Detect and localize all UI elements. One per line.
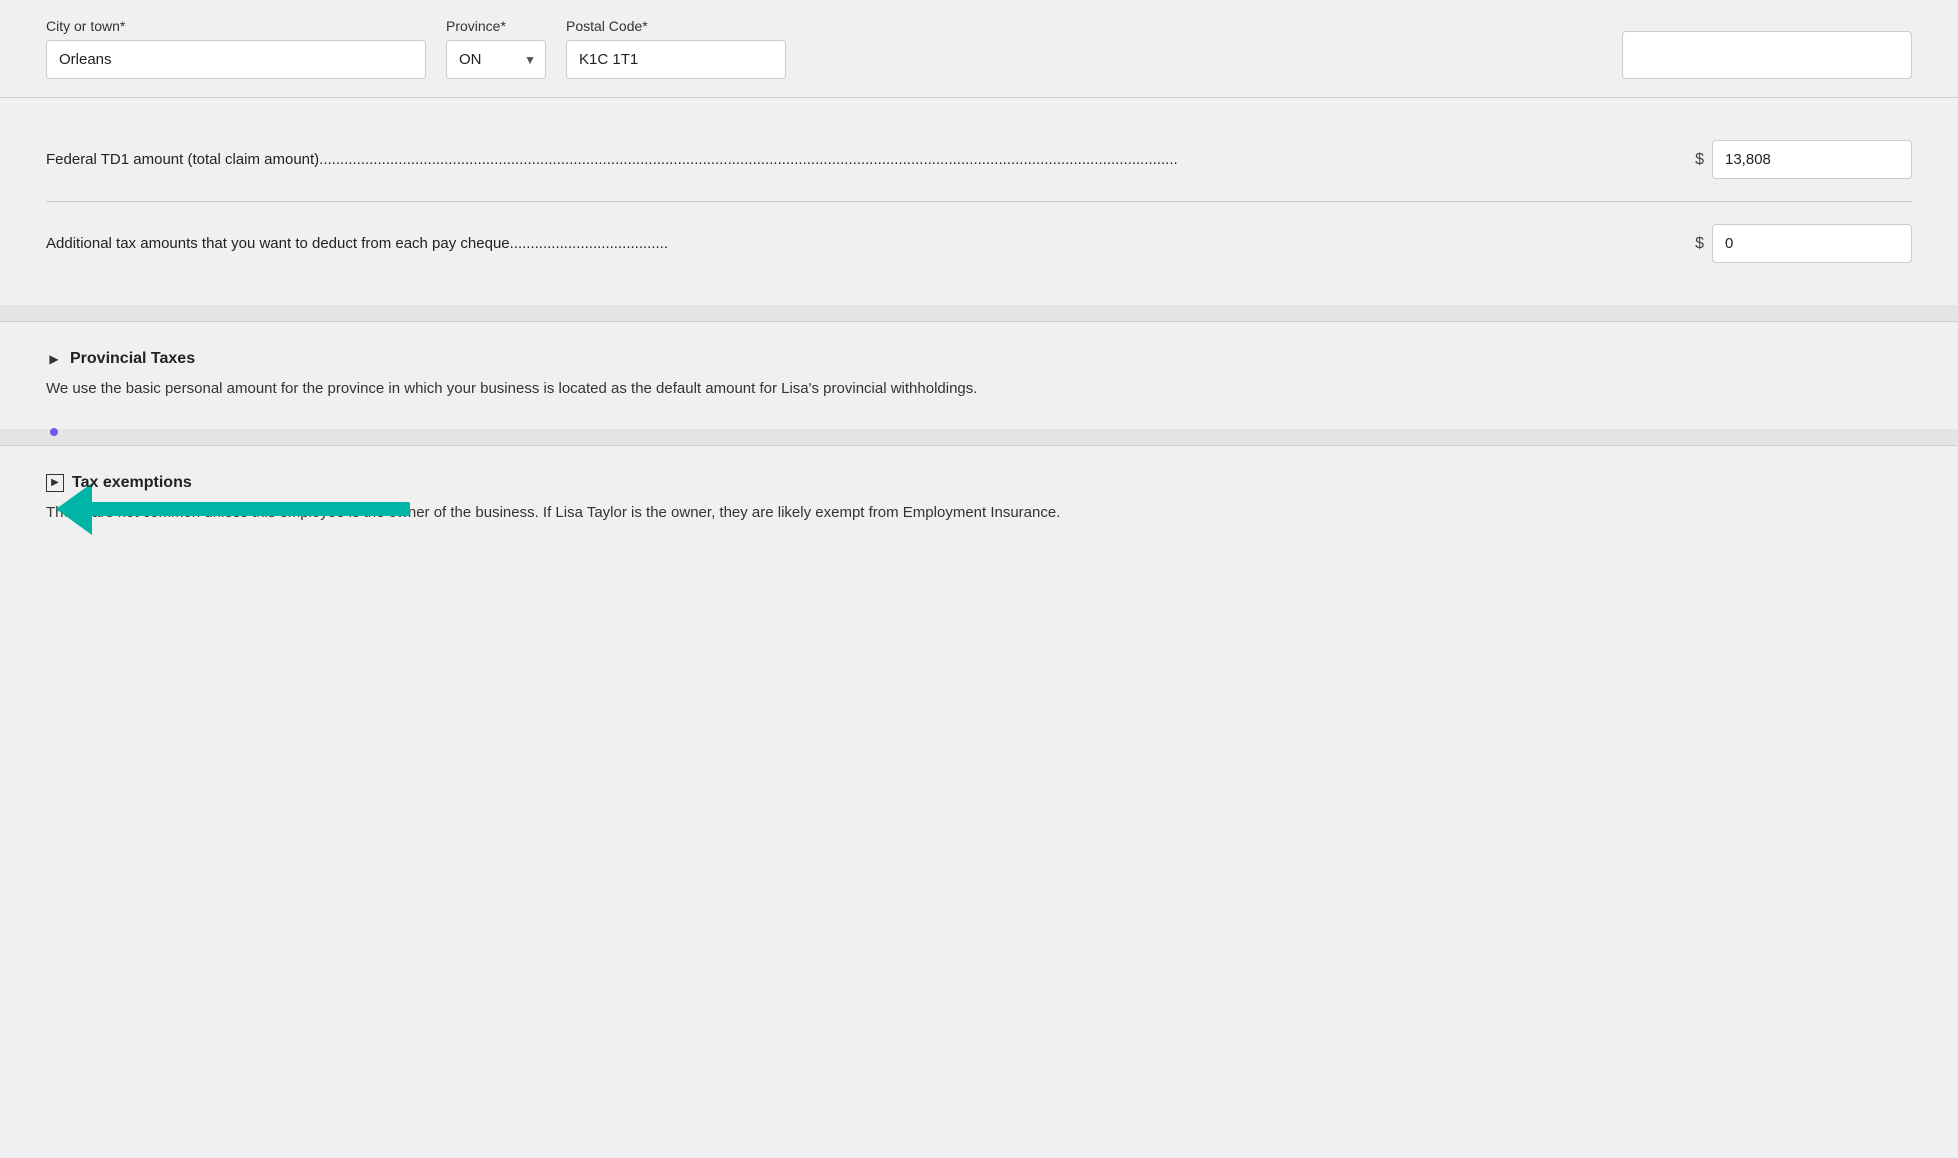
province-select-wrapper: ON AB BC MB NB NL NS PE QC SK ▼ bbox=[446, 40, 546, 79]
arrow-annotation bbox=[90, 502, 410, 516]
city-field-group: City or town* bbox=[46, 18, 426, 79]
td1-amount-input[interactable] bbox=[1712, 140, 1912, 179]
td1-row: Federal TD1 amount (total claim amount).… bbox=[46, 126, 1912, 193]
arrow-body bbox=[90, 502, 410, 516]
gray-band-1 bbox=[0, 305, 1958, 321]
tax-exemptions-title: Tax exemptions bbox=[72, 474, 192, 492]
additional-amount-input[interactable] bbox=[1712, 224, 1912, 263]
tax-exemptions-section: ▶ Tax exemptions These are not common un… bbox=[0, 446, 1958, 553]
provincial-title: Provincial Taxes bbox=[70, 350, 195, 368]
province-field-group: Province* ON AB BC MB NB NL NS PE QC SK bbox=[446, 18, 546, 79]
td1-input-group: $ bbox=[1695, 140, 1912, 179]
right-blank-box bbox=[1622, 31, 1912, 79]
federal-section: Federal TD1 amount (total claim amount).… bbox=[0, 98, 1958, 305]
province-select[interactable]: ON AB BC MB NB NL NS PE QC SK bbox=[446, 40, 546, 79]
additional-tax-row: Additional tax amounts that you want to … bbox=[46, 210, 1912, 277]
provincial-description: We use the basic personal amount for the… bbox=[46, 378, 1912, 401]
dollar-sign-td1: $ bbox=[1695, 151, 1704, 169]
td1-label: Federal TD1 amount (total claim amount).… bbox=[46, 151, 1695, 168]
postal-field-group: Postal Code* bbox=[566, 18, 786, 79]
dot-indicator bbox=[50, 428, 58, 436]
dollar-sign-additional: $ bbox=[1695, 235, 1704, 253]
postal-label: Postal Code* bbox=[566, 18, 786, 34]
provincial-header: ▶ Provincial Taxes bbox=[46, 350, 1912, 368]
provincial-taxes-section: ▶ Provincial Taxes We use the basic pers… bbox=[0, 322, 1958, 429]
additional-input-group: $ bbox=[1695, 224, 1912, 263]
gray-band-2 bbox=[0, 429, 1958, 445]
additional-tax-label: Additional tax amounts that you want to … bbox=[46, 235, 1695, 252]
city-input[interactable] bbox=[46, 40, 426, 79]
tax-exemptions-header: ▶ Tax exemptions bbox=[46, 474, 1912, 492]
postal-input[interactable] bbox=[566, 40, 786, 79]
province-label: Province* bbox=[446, 18, 546, 34]
tax-exemptions-toggle[interactable]: ▶ bbox=[46, 474, 64, 492]
address-row: City or town* Province* ON AB BC MB NB N… bbox=[46, 18, 1912, 97]
provincial-toggle[interactable]: ▶ bbox=[46, 351, 62, 367]
city-label: City or town* bbox=[46, 18, 426, 34]
page-wrapper: City or town* Province* ON AB BC MB NB N… bbox=[0, 0, 1958, 1158]
mid-divider bbox=[46, 201, 1912, 202]
address-section: City or town* Province* ON AB BC MB NB N… bbox=[0, 0, 1958, 97]
